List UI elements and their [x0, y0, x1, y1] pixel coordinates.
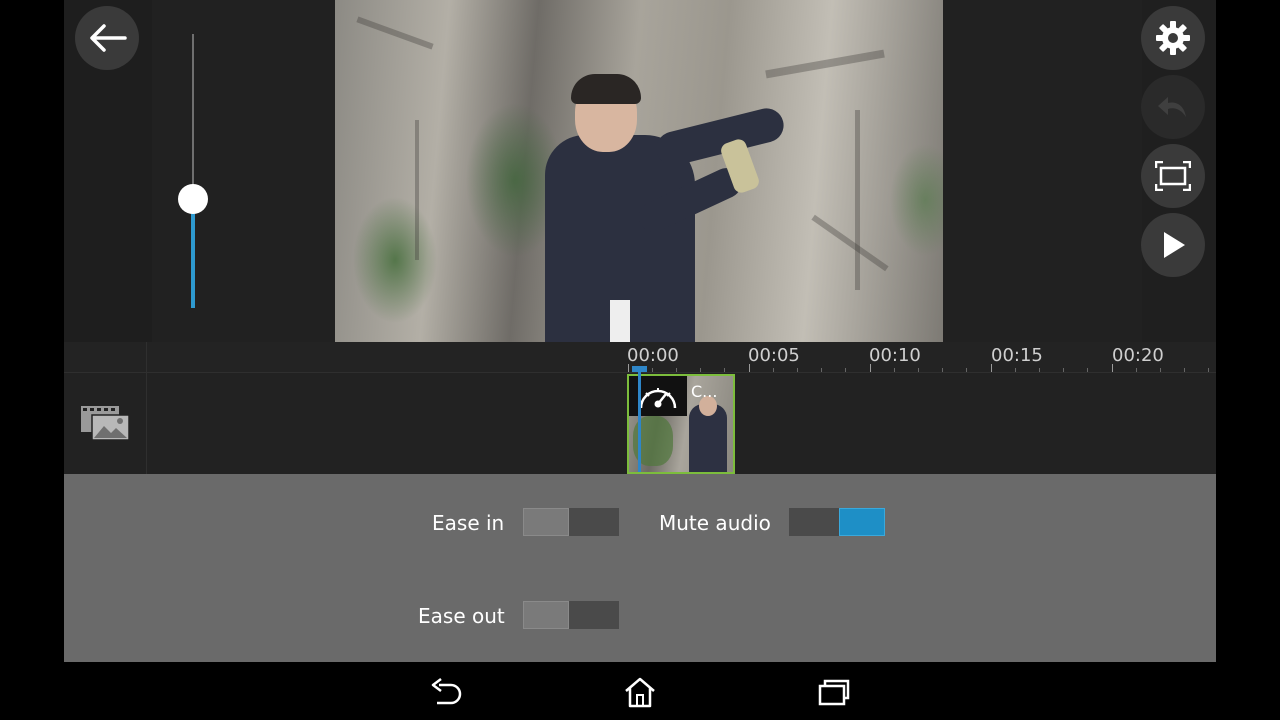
media-library-button[interactable] — [80, 405, 130, 441]
ease-in-label: Ease in — [432, 511, 505, 535]
fullscreen-button[interactable] — [1141, 144, 1205, 208]
ease-out-label: Ease out — [418, 604, 505, 628]
media-library-icon — [81, 406, 130, 441]
play-button[interactable] — [1141, 213, 1205, 277]
back-icon — [431, 678, 462, 705]
nav-home-button[interactable] — [620, 674, 660, 710]
toggle-knob — [523, 601, 569, 629]
video-preview[interactable] — [335, 0, 943, 342]
ease-out-toggle[interactable] — [523, 601, 619, 629]
timeline-tick-label: 00:10 — [869, 345, 921, 366]
toggle-knob — [839, 508, 885, 536]
arrow-left-icon — [90, 24, 127, 52]
toggle-knob — [523, 508, 569, 536]
ease-in-toggle[interactable] — [523, 508, 619, 536]
mute-audio-label: Mute audio — [659, 511, 771, 535]
clip-label: C... — [691, 382, 718, 401]
recents-icon — [818, 679, 850, 706]
back-button[interactable] — [75, 6, 139, 70]
timeline-tick-label: 00:15 — [991, 345, 1043, 366]
home-icon — [625, 677, 655, 708]
nav-back-button[interactable] — [426, 674, 466, 710]
video-clip[interactable]: C... — [627, 374, 735, 474]
timeline-tick-label: 00:05 — [748, 345, 800, 366]
mute-audio-toggle[interactable] — [789, 508, 885, 536]
undo-button[interactable] — [1141, 75, 1205, 139]
timeline-tick-label: 00:00 — [627, 345, 679, 366]
fullscreen-icon — [1155, 161, 1191, 191]
volume-slider-knob[interactable] — [178, 184, 208, 214]
settings-button[interactable] — [1141, 6, 1205, 70]
nav-recents-button[interactable] — [814, 674, 854, 710]
playhead[interactable] — [638, 372, 641, 472]
volume-slider-fill — [191, 200, 195, 308]
play-icon — [1164, 232, 1185, 258]
clip-settings-panel — [64, 474, 1216, 662]
gear-icon — [1156, 21, 1190, 55]
undo-icon — [1158, 97, 1186, 117]
timeline-tick-label: 00:20 — [1112, 345, 1164, 366]
